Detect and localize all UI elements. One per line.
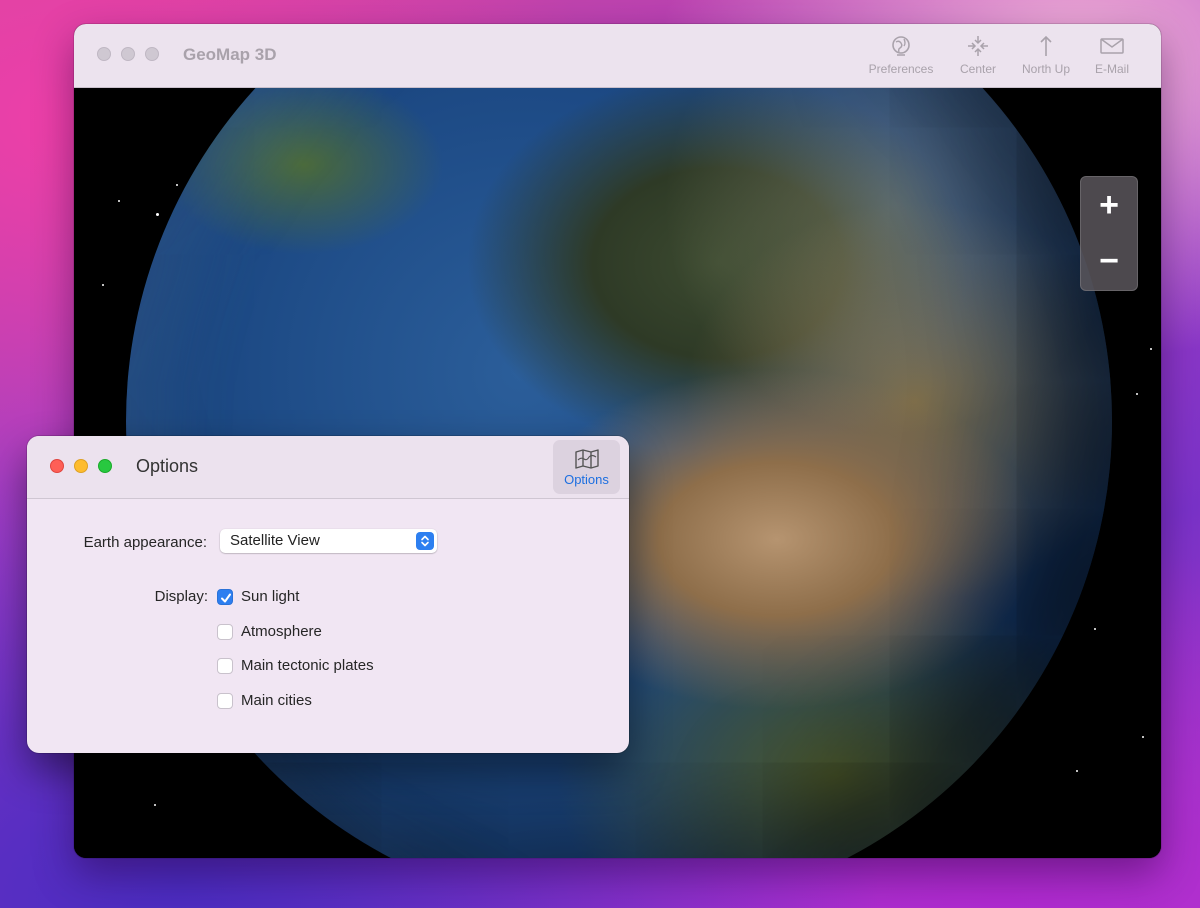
toolbar-email-button[interactable]: E-Mail — [1084, 34, 1140, 76]
checkbox-unchecked[interactable] — [217, 658, 233, 674]
main-cities-label: Main cities — [241, 692, 312, 709]
map-icon — [574, 449, 599, 469]
toolbar-preferences-button[interactable]: Preferences — [858, 34, 944, 76]
envelope-icon — [1100, 38, 1124, 54]
toolbar-center-button[interactable]: Center — [949, 34, 1007, 76]
main-window-title: GeoMap 3D — [183, 45, 277, 64]
checkbox-checked[interactable] — [217, 589, 233, 605]
main-close-button[interactable] — [97, 47, 111, 61]
options-window-title: Options — [136, 456, 199, 476]
star — [1142, 736, 1144, 738]
options-zoom-button[interactable] — [98, 459, 112, 473]
checkmark-icon — [221, 593, 231, 603]
toolbar-email-label: E-Mail — [1094, 62, 1129, 76]
main-minimize-button[interactable] — [121, 47, 135, 61]
star — [118, 200, 120, 202]
star — [1094, 628, 1096, 630]
options-window: Options Options Earth appearance: Satell… — [27, 436, 629, 753]
checkbox-unchecked[interactable] — [217, 624, 233, 640]
zoom-in-button[interactable]: + — [1081, 177, 1137, 233]
zoom-out-button[interactable]: − — [1081, 233, 1137, 289]
toolbar-north-up-label: North Up — [1021, 62, 1071, 76]
atmosphere-label: Atmosphere — [241, 623, 322, 640]
globe-icon — [892, 36, 910, 56]
main-titlebar: GeoMap 3D Preferences Center North Up E-… — [74, 24, 1161, 88]
star — [1136, 393, 1138, 395]
zoom-control: + − — [1080, 176, 1138, 291]
options-titlebar: Options Options — [27, 436, 629, 499]
star — [102, 284, 104, 286]
earth-appearance-select[interactable]: Satellite View — [220, 529, 437, 553]
main-zoom-button[interactable] — [145, 47, 159, 61]
star — [1150, 348, 1152, 350]
arrow-up-icon — [1040, 35, 1052, 56]
checkbox-unchecked[interactable] — [217, 693, 233, 709]
star — [176, 184, 178, 186]
sun-light-label: Sun light — [241, 588, 300, 605]
display-label: Display: — [154, 588, 208, 605]
star — [1076, 770, 1078, 772]
tab-options[interactable]: Options — [553, 440, 620, 494]
tab-options-label: Options — [564, 472, 609, 487]
tectonic-plates-label: Main tectonic plates — [241, 657, 374, 674]
updown-chevron-icon — [416, 532, 434, 550]
earth-appearance-value: Satellite View — [230, 532, 320, 549]
toolbar-preferences-label: Preferences — [868, 62, 934, 76]
toolbar-center-label: Center — [959, 62, 997, 76]
earth-appearance-label: Earth appearance: — [83, 534, 207, 551]
toolbar-north-up-button[interactable]: North Up — [1012, 34, 1080, 76]
options-minimize-button[interactable] — [74, 459, 88, 473]
star — [156, 213, 159, 216]
star — [154, 804, 156, 806]
center-arrows-icon — [968, 36, 988, 56]
options-close-button[interactable] — [50, 459, 64, 473]
